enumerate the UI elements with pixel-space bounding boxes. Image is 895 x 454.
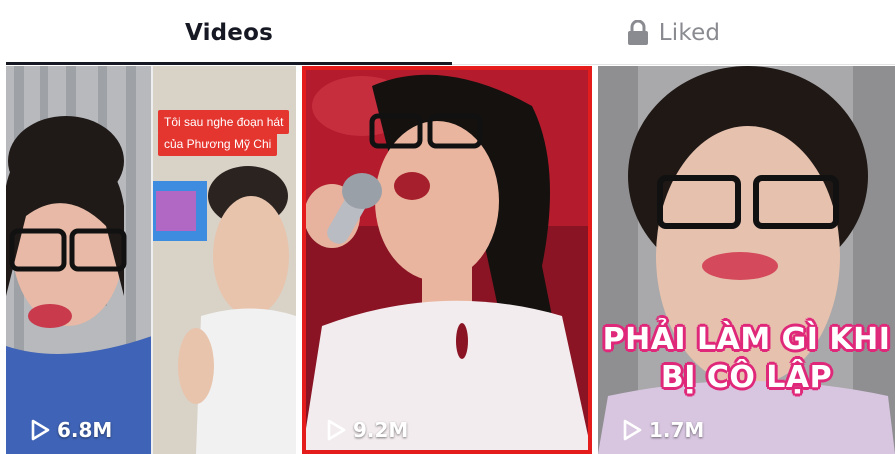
- video-thumbnail: [598, 66, 895, 454]
- play-icon: [623, 419, 642, 441]
- play-icon: [31, 419, 50, 441]
- video-card[interactable]: PHẢI LÀM GÌ KHI BỊ CÔ LẬP 1.7M: [598, 66, 895, 454]
- video-overlay-text: Tôi sau nghe đoạn hát: [158, 110, 290, 134]
- video-thumbnail: [302, 66, 592, 454]
- video-caption: PHẢI LÀM GÌ KHI: [602, 322, 891, 357]
- tab-liked[interactable]: Liked: [452, 0, 895, 66]
- video-grid: Tôi sau nghe đoạn hát của Phương Mỹ Chi …: [0, 66, 895, 454]
- view-count: 9.2M: [326, 418, 408, 442]
- video-caption: BỊ CÔ LẬP: [660, 360, 833, 395]
- video-card[interactable]: 9.2M: [302, 66, 592, 454]
- view-count-text: 6.8M: [57, 418, 113, 442]
- tab-liked-label: Liked: [658, 20, 721, 46]
- play-icon: [327, 419, 346, 441]
- view-count: 6.8M: [30, 418, 112, 442]
- overlay-line: Tôi sau nghe đoạn hát: [164, 115, 284, 129]
- tab-videos-label: Videos: [184, 20, 274, 46]
- tab-videos[interactable]: Videos: [6, 0, 452, 66]
- view-count-text: 1.7M: [649, 418, 705, 442]
- video-overlay-text: của Phương Mỹ Chi: [158, 132, 278, 156]
- view-count-text: 9.2M: [353, 418, 409, 442]
- profile-tabs: Videos Liked: [0, 0, 895, 66]
- overlay-line: của Phương Mỹ Chi: [164, 137, 272, 151]
- tabs-divider: [452, 64, 895, 65]
- video-card[interactable]: Tôi sau nghe đoạn hát của Phương Mỹ Chi …: [6, 66, 296, 454]
- view-count: 1.7M: [622, 418, 704, 442]
- lock-icon: [627, 20, 648, 45]
- active-tab-indicator: [6, 62, 452, 65]
